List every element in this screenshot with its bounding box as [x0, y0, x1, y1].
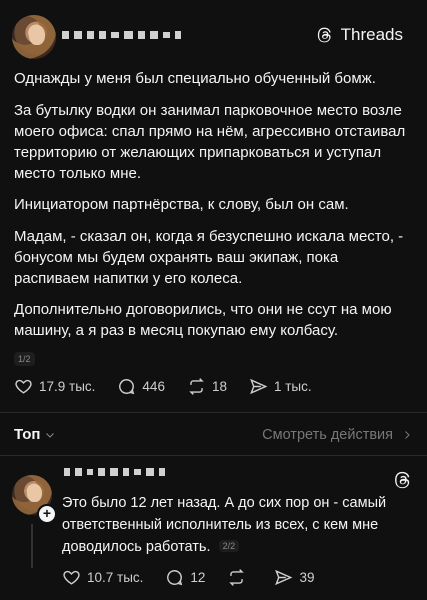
reply-like-button[interactable]: 10.7 тыс.: [62, 568, 143, 587]
divider: [0, 412, 427, 413]
repost-button[interactable]: 18: [187, 377, 227, 396]
send-icon: [275, 569, 293, 586]
view-activity-link[interactable]: Смотреть действия: [262, 427, 413, 443]
thread-connector-line: [31, 524, 33, 568]
main-post: Threads Однажды у меня был специально об…: [0, 0, 427, 412]
post-paragraph: Дополнительно договорились, что они не с…: [14, 301, 392, 339]
reply-pager: 2/2: [218, 540, 240, 552]
chevron-right-icon: [405, 431, 410, 439]
send-icon: [250, 378, 268, 395]
divider: [0, 455, 427, 456]
sort-dropdown[interactable]: Топ: [14, 426, 56, 443]
thread-pager: 1/2: [14, 352, 35, 366]
reply-username-blurred[interactable]: [64, 468, 165, 476]
share-count: 1 тыс.: [273, 379, 312, 394]
like-count: 17.9 тыс.: [39, 379, 96, 394]
view-activity-label: Смотреть действия: [262, 427, 393, 443]
reply-comment-count: 12: [190, 570, 206, 585]
reply-actions: 10.7 тыс. 12 39: [62, 568, 336, 587]
comment-icon: [119, 379, 135, 395]
reply-share-button[interactable]: 39: [274, 568, 314, 587]
threads-brand[interactable]: Threads: [316, 25, 403, 45]
comment-count: 446: [142, 379, 165, 394]
post-paragraph: За бутылку водки он занимал парковочное …: [14, 101, 406, 182]
post-actions: 17.9 тыс. 446 18 1 тыс.: [14, 377, 334, 396]
post-body: Однажды у меня был специально обученный …: [14, 68, 414, 352]
post-paragraph: Однажды у меня был специально обученный …: [14, 70, 376, 87]
comment-button[interactable]: 446: [117, 377, 165, 396]
threads-brand-label: Threads: [340, 25, 403, 44]
like-button[interactable]: 17.9 тыс.: [14, 377, 95, 396]
reply-share-count: 39: [299, 570, 315, 585]
sort-label: Топ: [14, 426, 41, 443]
reply-like-count: 10.7 тыс.: [87, 570, 144, 585]
share-button[interactable]: 1 тыс.: [249, 377, 312, 396]
follow-plus-icon[interactable]: +: [37, 504, 57, 524]
author-avatar[interactable]: [12, 15, 56, 59]
post-paragraph: Мадам, - сказал он, когда я безуспешно и…: [14, 227, 404, 287]
repost-count: 18: [211, 379, 227, 394]
repost-icon: [229, 569, 245, 586]
heart-icon: [63, 570, 80, 585]
threads-logo-icon: [317, 27, 331, 43]
reply-body: Это было 12 лет назад. А до сих пор он -…: [62, 492, 412, 558]
heart-icon: [15, 379, 32, 394]
author-username-blurred[interactable]: [62, 31, 181, 39]
repost-icon: [189, 378, 204, 395]
reply-repost-button[interactable]: [227, 568, 252, 587]
chevron-down-icon: [46, 432, 55, 438]
threads-logo-icon[interactable]: [393, 470, 413, 490]
reply-comment-button[interactable]: 12: [165, 568, 205, 587]
post-paragraph: Инициатором партнёрства, к слову, был он…: [14, 196, 349, 213]
comment-icon: [167, 570, 183, 586]
